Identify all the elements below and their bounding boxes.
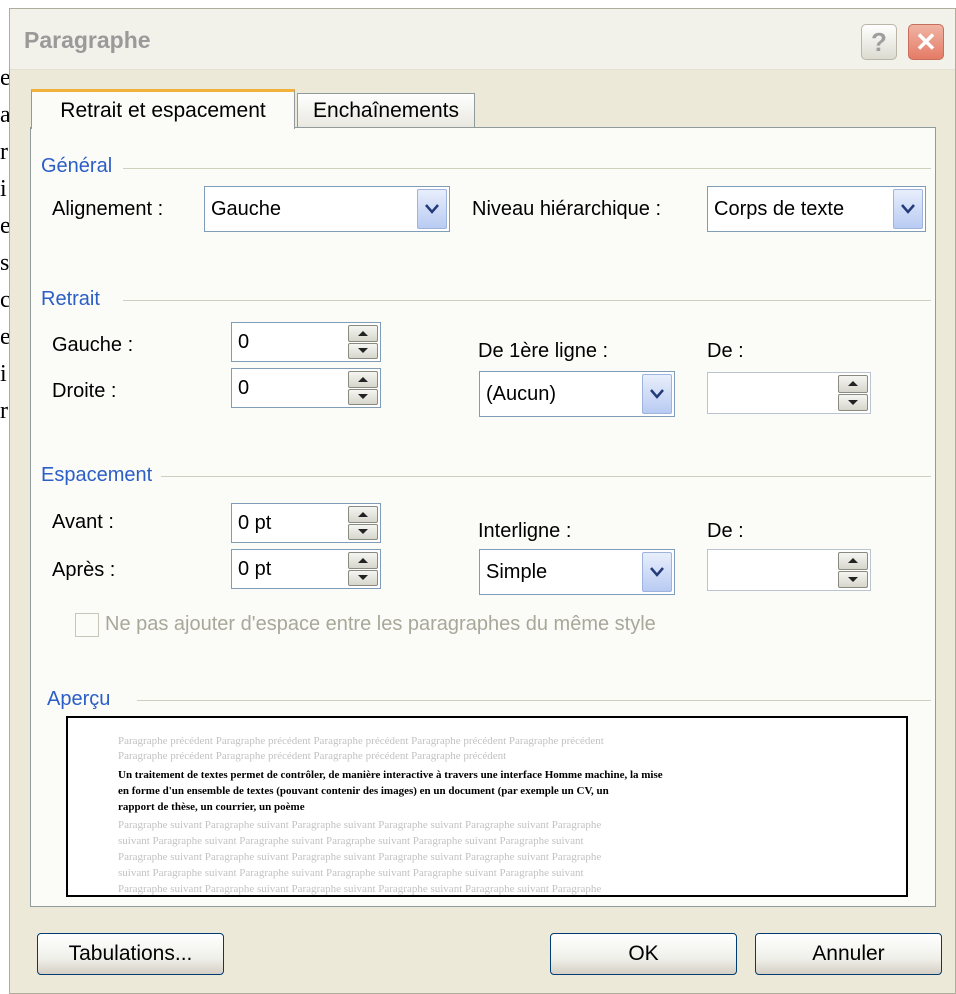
alignment-label: Alignement : — [52, 198, 164, 220]
preview-previous-line: Paragraphe précédent Paragraphe précéden… — [118, 750, 507, 762]
first-line-value: (Aucun) — [486, 382, 557, 405]
close-icon: ✕ — [915, 26, 937, 57]
line-spacing-value: Simple — [486, 560, 548, 583]
spin-down-icon[interactable] — [348, 523, 378, 540]
chevron-down-icon[interactable] — [642, 374, 672, 414]
tabs-button[interactable]: Tabulations... — [37, 933, 224, 975]
indent-by-spinner[interactable] — [707, 372, 871, 414]
group-divider — [161, 476, 931, 477]
indent-right-label: Droite : — [52, 380, 117, 402]
spacing-after-label: Après : — [52, 559, 116, 581]
line-spacing-select[interactable]: Simple — [479, 549, 675, 595]
spacing-before-label: Avant : — [52, 511, 114, 533]
preview-current-line: rapport de thèse, un courrier, un poème — [118, 801, 305, 813]
spacing-before-spinner[interactable]: 0 pt — [231, 503, 381, 543]
close-button[interactable]: ✕ — [908, 24, 944, 60]
spacing-after-spinner[interactable]: 0 pt — [231, 549, 381, 589]
spin-down-icon[interactable] — [838, 570, 868, 588]
chevron-down-icon[interactable] — [417, 189, 447, 229]
tab-label: Enchaînements — [313, 98, 459, 122]
ok-button[interactable]: OK — [550, 933, 737, 975]
no-space-checkbox[interactable] — [75, 613, 99, 637]
indent-right-spinner[interactable]: 0 — [231, 368, 381, 408]
chevron-down-icon[interactable] — [893, 189, 923, 229]
question-mark-icon: ? — [871, 26, 887, 57]
no-space-checkbox-label[interactable]: Ne pas ajouter d'espace entre les paragr… — [105, 613, 656, 636]
spin-down-icon[interactable] — [348, 569, 378, 586]
group-divider — [137, 700, 931, 701]
spin-up-icon[interactable] — [348, 371, 378, 388]
general-heading: Général — [41, 155, 121, 178]
first-line-label: De 1ère ligne : — [478, 340, 609, 362]
alignment-value: Gauche — [211, 197, 282, 220]
indent-left-value[interactable]: 0 — [238, 323, 249, 361]
indent-by-label: De : — [707, 340, 744, 362]
spacing-before-value[interactable]: 0 pt — [238, 504, 271, 542]
level-select[interactable]: Corps de texte — [707, 186, 926, 232]
tab-label: Retrait et espacement — [60, 98, 266, 122]
level-value: Corps de texte — [714, 197, 845, 220]
title-bar[interactable]: Paragraphe ? ✕ — [10, 9, 955, 70]
ok-button-label: OK — [628, 942, 659, 965]
tab-retrait-espacement[interactable]: Retrait et espacement — [31, 89, 295, 129]
preview-heading: Aperçu — [47, 688, 119, 711]
line-spacing-label: Interligne : — [478, 520, 572, 542]
level-label: Niveau hiérarchique : — [472, 198, 661, 220]
spin-down-icon[interactable] — [348, 342, 378, 359]
spacing-heading: Espacement — [41, 464, 161, 487]
spacing-after-value[interactable]: 0 pt — [238, 550, 271, 588]
alignment-select[interactable]: Gauche — [204, 186, 450, 232]
spin-up-icon[interactable] — [348, 325, 378, 342]
preview-current-line: Un traitement de textes permet de contrô… — [118, 769, 663, 781]
line-spacing-at-spinner[interactable] — [707, 549, 871, 591]
dialog-title: Paragraphe — [24, 27, 151, 53]
spin-down-icon[interactable] — [348, 388, 378, 405]
preview-next-line: suivant Paragraphe suivant Paragraphe su… — [118, 867, 584, 879]
group-divider — [123, 168, 931, 169]
preview-box: Paragraphe précédent Paragraphe précéden… — [66, 716, 908, 897]
tabs-button-label: Tabulations... — [68, 942, 193, 965]
preview-previous-line: Paragraphe précédent Paragraphe précéden… — [118, 735, 604, 747]
indent-left-label: Gauche : — [52, 334, 134, 356]
tab-enchainements[interactable]: Enchaînements — [297, 93, 475, 127]
preview-current-line: en forme d'un ensemble de textes (pouvan… — [118, 785, 609, 797]
spin-up-icon[interactable] — [348, 506, 378, 523]
preview-next-line: Paragraphe suivant Paragraphe suivant Pa… — [118, 819, 602, 831]
spin-down-icon[interactable] — [838, 393, 868, 411]
cancel-button-label: Annuler — [812, 942, 885, 965]
indent-heading: Retrait — [41, 288, 108, 311]
preview-next-line: suivant Paragraphe suivant Paragraphe su… — [118, 835, 584, 847]
cancel-button[interactable]: Annuler — [755, 933, 942, 975]
spin-up-icon[interactable] — [838, 375, 868, 393]
spin-up-icon[interactable] — [348, 552, 378, 569]
chevron-down-icon[interactable] — [642, 552, 672, 592]
preview-next-line: Paragraphe suivant Paragraphe suivant Pa… — [118, 851, 602, 863]
group-divider — [123, 300, 931, 301]
indent-left-spinner[interactable]: 0 — [231, 322, 381, 362]
line-spacing-at-label: De : — [707, 520, 744, 542]
spin-up-icon[interactable] — [838, 552, 868, 570]
paragraph-dialog: Paragraphe ? ✕ Retrait et espacement Enc… — [9, 8, 956, 994]
indent-right-value[interactable]: 0 — [238, 369, 249, 407]
help-button[interactable]: ? — [861, 24, 897, 60]
first-line-select[interactable]: (Aucun) — [479, 371, 675, 417]
preview-next-line: Paragraphe suivant Paragraphe suivant Pa… — [118, 883, 602, 895]
